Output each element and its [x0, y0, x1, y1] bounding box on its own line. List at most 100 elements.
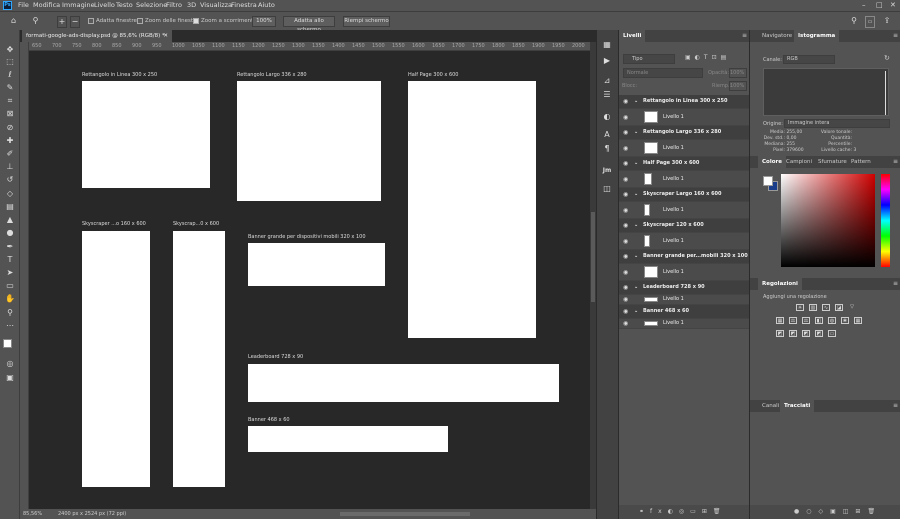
hand-tool-icon[interactable]: ✋	[5, 294, 15, 304]
invert-icon[interactable]: ◩	[776, 330, 784, 337]
layer-group-row[interactable]: ◉ ⌄ Half Page 300 x 600	[619, 157, 750, 171]
layer-row[interactable]: ◉ Livello 1	[619, 319, 750, 329]
properties-icon[interactable]: ⊿	[602, 76, 612, 86]
chevron-down-icon[interactable]: ⌄	[634, 160, 638, 166]
visibility-eye-icon[interactable]: ◉	[623, 191, 628, 198]
minimize-icon[interactable]: –	[862, 0, 866, 11]
visibility-eye-icon[interactable]: ◉	[623, 296, 628, 303]
layer-row[interactable]: ◉ Livello 1	[619, 109, 750, 126]
pen-tool-icon[interactable]: ✒	[5, 242, 15, 252]
foreground-color-swatch[interactable]	[3, 339, 12, 348]
screen-mode-icon[interactable]: ▣	[5, 373, 15, 383]
visibility-eye-icon[interactable]: ◉	[623, 238, 628, 245]
curves-icon[interactable]: ∿	[822, 304, 830, 311]
brush-tool-icon[interactable]: ✐	[5, 149, 15, 159]
riempi-schermo-button[interactable]: Riempi schermo	[343, 16, 390, 27]
layer-row[interactable]: ◉ Livello 1	[619, 140, 750, 157]
panel-menu-icon[interactable]: ≡	[893, 278, 898, 290]
menu-immagine[interactable]: Immagine	[62, 0, 95, 11]
artboard-skyscraper-largo[interactable]	[82, 231, 150, 487]
menu-testo[interactable]: Testo	[116, 0, 133, 11]
panel-menu-icon[interactable]: ≡	[893, 400, 898, 412]
glyphs-icon[interactable]: ◫	[602, 184, 612, 194]
close-tab-icon[interactable]: ✕	[163, 30, 168, 42]
eraser-tool-icon[interactable]: ◇	[5, 189, 15, 199]
artboard-half-page[interactable]	[408, 81, 536, 338]
paragraph-icon[interactable]: ¶	[602, 144, 612, 154]
gradient-adj-icon[interactable]: ▽	[848, 304, 856, 311]
blur-tool-icon[interactable]: ▲	[5, 215, 15, 225]
color-lookup-icon[interactable]: ▦	[854, 317, 862, 324]
origine-select[interactable]: Immagine intera	[784, 119, 890, 128]
bw-icon[interactable]: ◧	[815, 317, 823, 324]
photo-filter-icon[interactable]: ◍	[828, 317, 836, 324]
artboard-rettangolo-linea[interactable]	[82, 81, 210, 188]
layer-group-row[interactable]: ◉ ⌄ Rettangolo Largo 336 x 280	[619, 126, 750, 140]
gradient-map-icon[interactable]: ▭	[828, 330, 836, 337]
artboard-label[interactable]: Skyscraper ...o 160 x 600	[82, 221, 146, 227]
visibility-eye-icon[interactable]: ◉	[623, 129, 628, 136]
layer-group-row[interactable]: ◉ ⌄ Skyscraper Largo 160 x 600	[619, 188, 750, 202]
tab-campioni[interactable]: Campioni	[782, 156, 816, 168]
gradient-tool-icon[interactable]: ▤	[5, 202, 15, 212]
visibility-eye-icon[interactable]: ◉	[623, 114, 628, 121]
selective-color-icon[interactable]: ◩	[815, 330, 823, 337]
lasso-tool-icon[interactable]: ℓ	[5, 70, 15, 80]
chevron-down-icon[interactable]: ⌄	[634, 308, 638, 314]
artboard-label[interactable]: Half Page 300 x 600	[408, 72, 458, 78]
visibility-eye-icon[interactable]: ◉	[623, 160, 628, 167]
layer-group-row[interactable]: ◉ ⌄ Banner 468 x 60	[619, 305, 750, 319]
visibility-eye-icon[interactable]: ◉	[623, 222, 628, 229]
zoom-scorrimento-checkbox[interactable]	[193, 18, 199, 24]
menu-aiuto[interactable]: Aiuto	[258, 0, 275, 11]
levels-icon[interactable]: ▥	[809, 304, 817, 311]
visibility-eye-icon[interactable]: ◉	[623, 253, 628, 260]
layer-row[interactable]: ◉ Livello 1	[619, 264, 750, 281]
hue-slider[interactable]	[881, 174, 890, 267]
color-foreground-swatch[interactable]	[763, 176, 773, 186]
tab-navigatore[interactable]: Navigatore	[758, 30, 796, 42]
visibility-eye-icon[interactable]: ◉	[623, 176, 628, 183]
libraries-icon[interactable]: ◐	[602, 112, 612, 122]
artboard-skyscraper[interactable]	[173, 231, 225, 487]
workspace-icon[interactable]: ▭	[865, 16, 875, 28]
threshold-icon[interactable]: ◩	[802, 330, 810, 337]
artboard-label[interactable]: Rettangolo Largo 336 x 280	[237, 72, 307, 78]
scrollbar-thumb[interactable]	[591, 212, 595, 302]
type-tool-icon[interactable]: T	[5, 255, 15, 265]
zoom-tool-icon[interactable]: ⚲	[30, 16, 41, 26]
menu-visualizza[interactable]: Visualizza	[200, 0, 232, 11]
visibility-eye-icon[interactable]: ◉	[623, 145, 628, 152]
tab-pattern[interactable]: Pattern	[847, 156, 875, 168]
hue-sat-icon[interactable]: ⚖	[789, 317, 797, 324]
chevron-down-icon[interactable]: ⌄	[634, 284, 638, 290]
healing-brush-icon[interactable]: ✚	[5, 136, 15, 146]
artboard-label[interactable]: Rettangolo in Linea 300 x 250	[82, 72, 157, 78]
artboard-leaderboard[interactable]	[248, 364, 559, 402]
adjust-icon[interactable]: ☰	[602, 90, 612, 100]
panel-menu-icon[interactable]: ≡	[893, 30, 898, 42]
fill-input[interactable]: 100%	[729, 81, 747, 91]
more-tools-icon[interactable]: ⋯	[5, 321, 15, 331]
zoom-finestre-checkbox[interactable]	[137, 18, 143, 24]
zoom-level[interactable]: 85,56%	[23, 509, 42, 519]
eyedropper-icon[interactable]: ⊘	[5, 123, 15, 133]
adatta-finestre-checkbox[interactable]	[88, 18, 94, 24]
artboard-banner-mobile[interactable]	[248, 243, 385, 286]
channel-mixer-icon[interactable]: ❀	[841, 317, 849, 324]
menu-modifica[interactable]: Modifica	[33, 0, 60, 11]
home-icon[interactable]: ⌂	[8, 16, 19, 26]
chevron-down-icon[interactable]: ⌄	[634, 253, 638, 259]
chevron-down-icon[interactable]: ⌄	[634, 222, 638, 228]
canvas-area[interactable]: Rettangolo in Linea 300 x 250 Rettangolo…	[29, 51, 590, 509]
blend-mode-select[interactable]: Normale	[623, 68, 703, 78]
layer-actions[interactable]: ⚭fx◐◎▭⊞🗑	[619, 505, 750, 519]
quick-select-icon[interactable]: ✎	[5, 83, 15, 93]
artboard-label[interactable]: Skyscrap...0 x 600	[173, 221, 219, 227]
visibility-eye-icon[interactable]: ◉	[623, 207, 628, 214]
tab-tracciati[interactable]: Tracciati	[780, 400, 815, 412]
chevron-down-icon[interactable]: ⌄	[634, 191, 638, 197]
layer-row[interactable]: ◉ Livello 1	[619, 171, 750, 188]
dodge-tool-icon[interactable]: ●	[5, 228, 15, 238]
panel-menu-icon[interactable]: ≡	[893, 156, 898, 168]
